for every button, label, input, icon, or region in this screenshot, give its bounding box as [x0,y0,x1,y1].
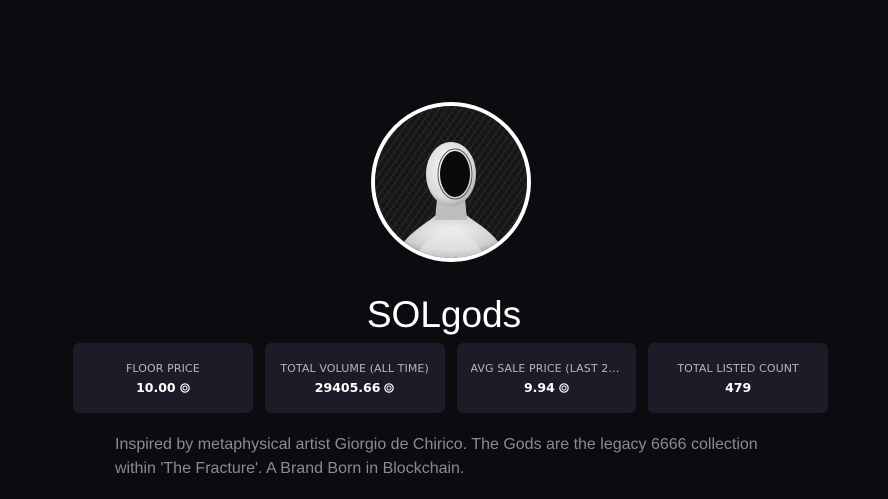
collection-page: SOLgods FLOOR PRICE 10.00 TOTAL VOLUME (… [0,0,888,499]
stat-value-row: 29405.66 [315,380,395,396]
stats-row: FLOOR PRICE 10.00 TOTAL VOLUME (ALL TIME… [73,343,828,413]
stat-avg-sale-price: AVG SALE PRICE (LAST 24H) 9.94 [456,343,637,413]
faceless-figure-icon [375,106,527,258]
collection-avatar [371,102,531,262]
solana-coin-icon [179,382,190,393]
stat-floor-price: FLOOR PRICE 10.00 [73,343,253,413]
stat-value: 29405.66 [314,379,381,395]
stat-label: TOTAL VOLUME (ALL TIME) [280,361,429,375]
stat-value-row: 479 [725,380,751,396]
stat-value-row: 10.00 [136,380,190,396]
collection-description: Inspired by metaphysical artist Giorgio … [115,436,758,477]
solana-coin-icon [384,382,395,393]
stat-label: TOTAL LISTED COUNT [677,361,799,375]
stat-total-listed-count: TOTAL LISTED COUNT 479 [648,343,828,413]
stat-label: AVG SALE PRICE (LAST 24H) [470,361,623,375]
stat-value-row: 9.94 [524,380,569,396]
solana-coin-icon [558,382,569,393]
stat-total-volume: TOTAL VOLUME (ALL TIME) 29405.66 [264,343,445,413]
stat-label: FLOOR PRICE [125,361,200,375]
stat-value: 9.94 [523,379,555,395]
collection-title: SOLgods [366,294,522,335]
avatar-image [375,106,527,258]
stat-value: 479 [725,379,752,395]
stat-value: 10.00 [136,379,176,395]
